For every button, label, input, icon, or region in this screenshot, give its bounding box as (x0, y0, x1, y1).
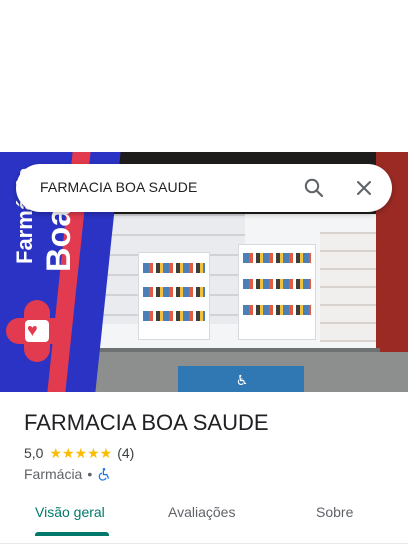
tab-bar: Visão geral Avaliações Sobre (0, 492, 408, 536)
category-row: Farmácia • (24, 465, 111, 483)
wheelchair-marking-icon: ♿ (235, 372, 249, 388)
heart-cross-logo: ♥ (6, 300, 68, 362)
search-bar[interactable]: FARMACIA BOA SAUDE (16, 164, 392, 212)
star-rating-icon: ★★★★★ (49, 444, 113, 461)
separator: • (87, 466, 93, 482)
rating-value: 5,0 (24, 445, 44, 461)
rating-row[interactable]: 5,0 ★★★★★ (4) (24, 444, 134, 462)
store-shelf (238, 244, 316, 340)
active-tab-indicator (35, 532, 109, 536)
review-count[interactable]: (4) (117, 445, 134, 461)
banner-text-large: Boa (40, 207, 78, 272)
store-shelf (138, 252, 210, 340)
tab-overview[interactable]: Visão geral (35, 504, 105, 520)
category-label[interactable]: Farmácia (24, 466, 82, 482)
tab-about[interactable]: Sobre (316, 504, 353, 520)
map-area-blank (0, 0, 408, 152)
tab-reviews[interactable]: Avaliações (168, 504, 235, 520)
wheelchair-icon (98, 468, 110, 481)
search-icon[interactable] (302, 176, 326, 200)
place-title: FARMACIA BOA SAUDE (24, 410, 269, 435)
close-icon[interactable] (352, 176, 376, 200)
search-input[interactable]: FARMACIA BOA SAUDE (40, 179, 197, 195)
